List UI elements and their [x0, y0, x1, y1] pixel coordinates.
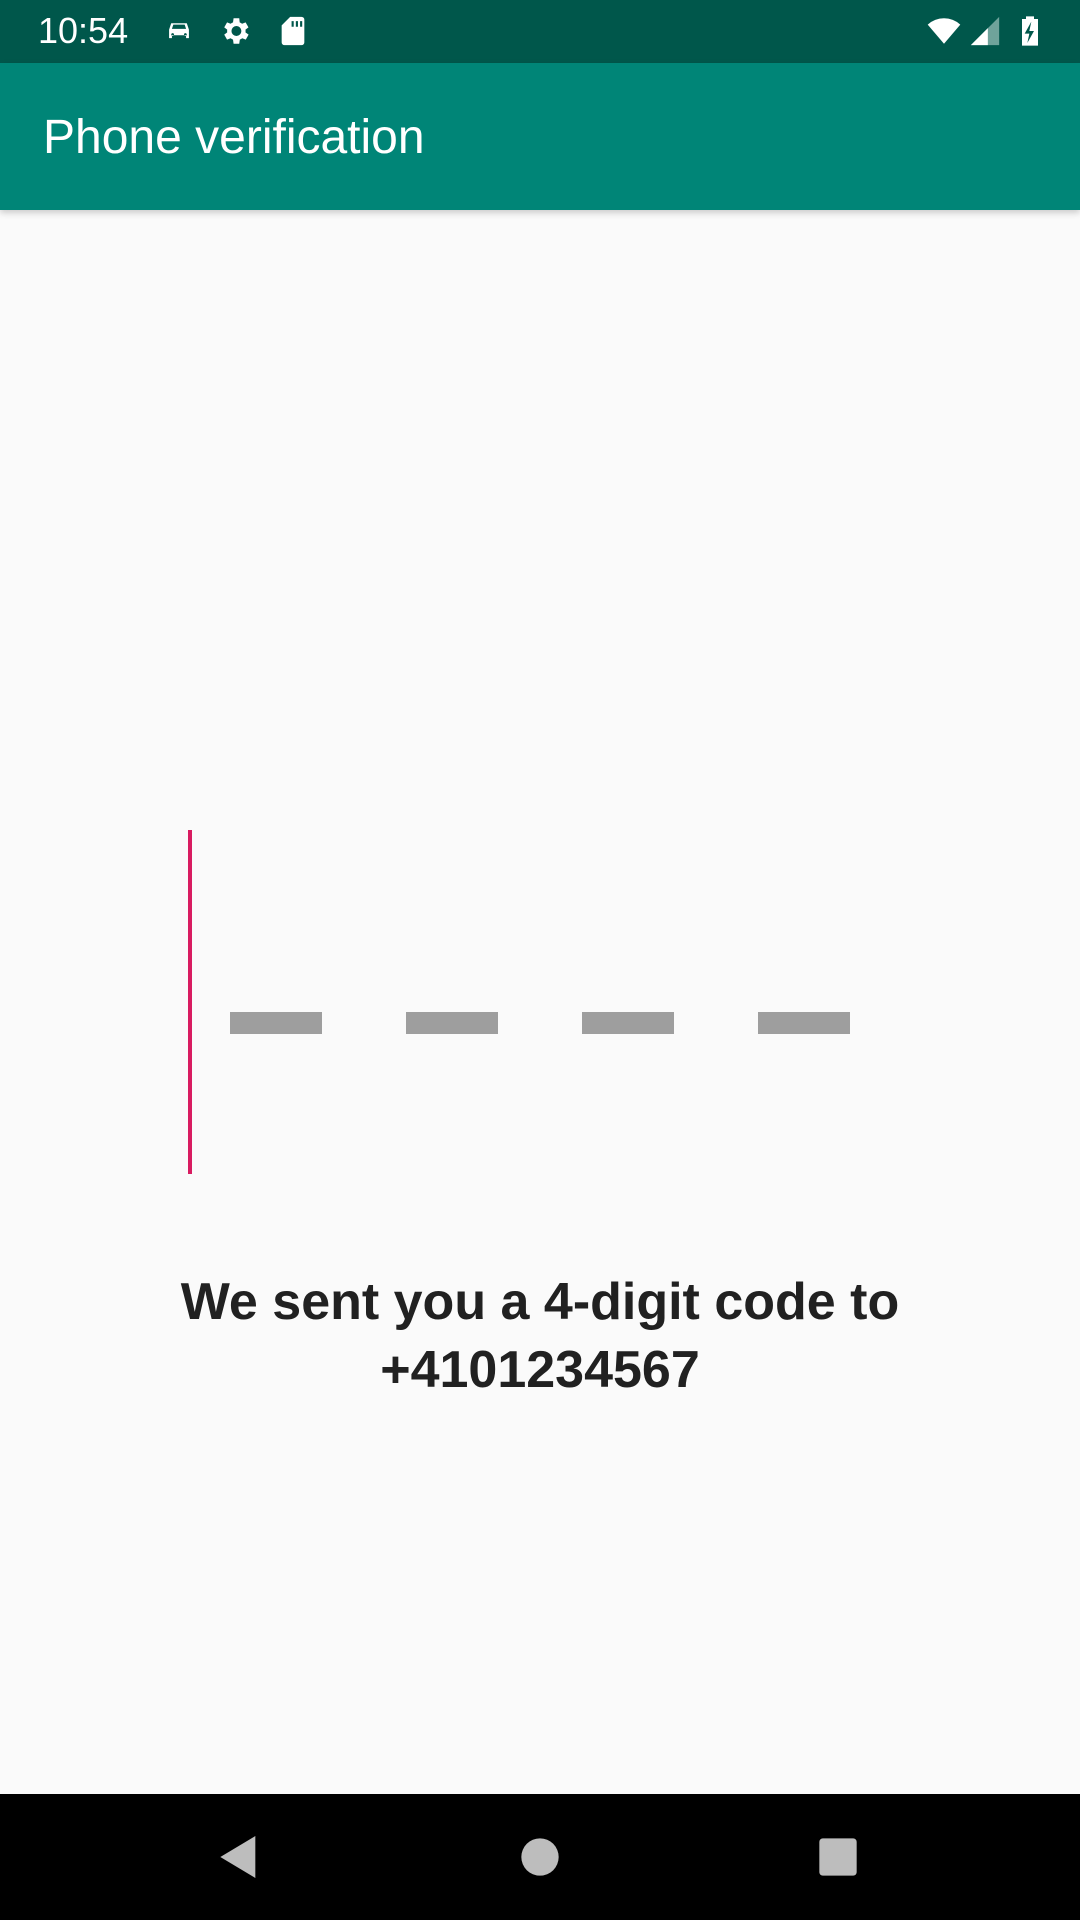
- app-bar: Phone verification: [0, 63, 1080, 210]
- text-cursor: [188, 830, 192, 1174]
- status-bar: 10:54: [0, 0, 1080, 63]
- gear-icon: [218, 14, 252, 48]
- digit-slot-1[interactable]: [230, 1012, 322, 1034]
- home-icon[interactable]: [512, 1829, 568, 1885]
- navigation-bar: [0, 1794, 1080, 1920]
- verification-message: We sent you a 4-digit code to +410123456…: [0, 1268, 1080, 1404]
- verification-code-input[interactable]: [180, 828, 900, 1178]
- status-time: 10:54: [38, 10, 129, 51]
- digit-slot-2[interactable]: [406, 1012, 498, 1034]
- page-title: Phone verification: [43, 111, 425, 164]
- phone-number: +4101234567: [380, 1341, 700, 1399]
- recents-icon[interactable]: [810, 1829, 866, 1885]
- wifi-icon: [924, 14, 964, 48]
- digit-slot-4[interactable]: [758, 1012, 850, 1034]
- car-icon: [162, 14, 196, 48]
- sd-card-icon: [276, 14, 310, 48]
- battery-charging-icon: [1014, 14, 1046, 48]
- digit-slot-3[interactable]: [582, 1012, 674, 1034]
- back-icon[interactable]: [211, 1829, 267, 1885]
- message-line-1: We sent you a 4-digit code to: [180, 1273, 900, 1331]
- signal-icon: [968, 14, 1002, 48]
